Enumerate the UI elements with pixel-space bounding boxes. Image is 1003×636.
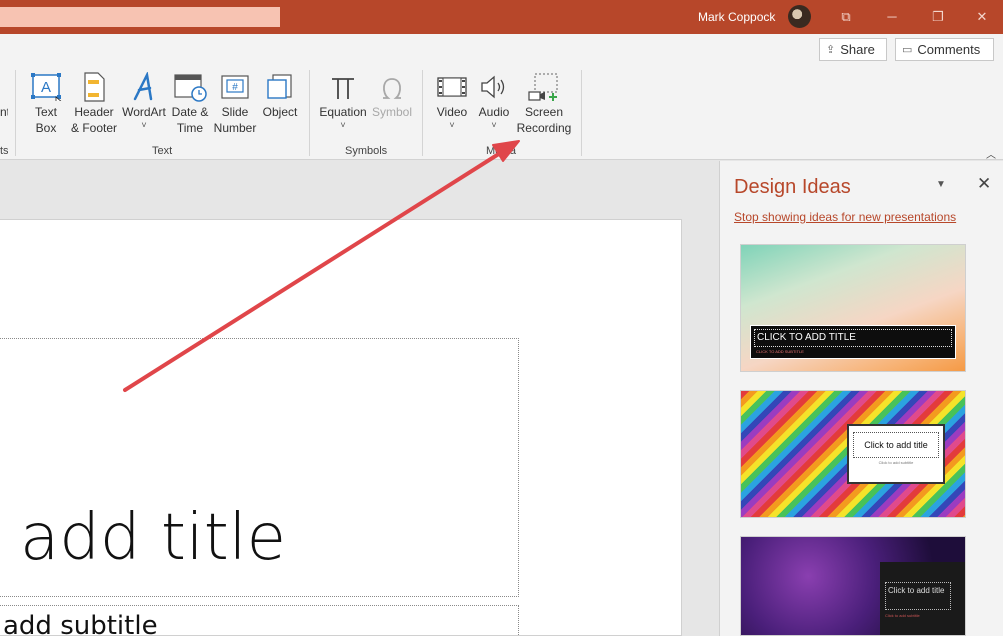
subtitle-placeholder-text: add subtitle (3, 611, 158, 636)
design-ideas-pane: Design Ideas ▼ ✕ Stop showing ideas for … (719, 161, 1003, 636)
header-footer-button[interactable]: Header & Footer (66, 70, 122, 136)
share-label: Share (840, 42, 875, 57)
text-box-button[interactable]: A Text Box (26, 70, 66, 136)
film-icon (430, 70, 474, 104)
share-icon: ⇪ (826, 44, 836, 56)
screen-recording-icon (514, 70, 574, 104)
date-time-icon (168, 70, 212, 104)
design-idea-thumbnail[interactable]: Click to add title Click to add subtitle (740, 390, 966, 518)
thumbnail-title-box: Click to add title Click to add subtitle (847, 424, 945, 484)
screen-recording-button[interactable]: Screen Recording (514, 70, 574, 136)
wordart-icon (120, 70, 168, 104)
design-idea-thumbnail[interactable]: CLICK TO ADD TITLE CLICK TO ADD SUBTITLE (740, 244, 966, 372)
text-box-icon: A (26, 70, 66, 104)
chevron-down-icon: ˅ (449, 120, 455, 130)
stop-showing-ideas-link[interactable]: Stop showing ideas for new presentations (734, 210, 956, 224)
title-bar: Mark Coppock ⧉ ─ ❐ ✕ (0, 0, 1003, 34)
search-box[interactable] (0, 7, 280, 27)
speaker-icon (474, 70, 514, 104)
date-time-button[interactable]: Date & Time (168, 70, 212, 136)
comments-label: Comments (917, 42, 981, 57)
thumbnail-title-box: CLICK TO ADD TITLE CLICK TO ADD SUBTITLE (750, 325, 956, 359)
symbol-button[interactable]: Symbol (370, 70, 414, 120)
group-separator (15, 70, 16, 156)
chevron-down-icon: ˅ (141, 120, 147, 130)
partial-group-label: ts (0, 145, 8, 157)
ribbon-display-options-icon[interactable]: ⧉ (836, 7, 856, 27)
video-button[interactable]: Video ˅ (430, 70, 474, 130)
symbols-group-label: Symbols (345, 145, 388, 157)
pi-icon (316, 70, 370, 104)
share-button[interactable]: ⇪ Share (819, 38, 887, 61)
object-button[interactable]: Object (258, 70, 302, 120)
pane-title: Design Ideas (734, 176, 851, 198)
close-icon[interactable]: ✕ (972, 7, 992, 27)
text-group-label: Text (152, 145, 173, 157)
restore-icon[interactable]: ❐ (928, 7, 948, 27)
group-separator (581, 70, 582, 156)
partial-ribbon-button[interactable]: nt (0, 70, 8, 120)
equation-button[interactable]: Equation ˅ (316, 70, 370, 130)
media-group-label: Media (486, 145, 516, 157)
group-separator (309, 70, 310, 156)
title-placeholder-text: add title (20, 501, 286, 575)
audio-button[interactable]: Audio ˅ (474, 70, 514, 130)
comments-button[interactable]: ▭ Comments (895, 38, 994, 61)
close-icon[interactable]: ✕ (977, 174, 991, 194)
omega-icon (370, 70, 414, 104)
slide-canvas[interactable]: add title add subtitle (0, 219, 682, 636)
user-name[interactable]: Mark Coppock (698, 10, 775, 24)
pane-options-icon[interactable]: ▼ (936, 179, 946, 190)
title-placeholder[interactable]: add title (0, 338, 519, 597)
collapse-ribbon-icon[interactable]: ︿ (986, 146, 996, 161)
thumbnail-title-box: Click to add title Click to add subtitle (880, 562, 965, 635)
slide-number-button[interactable]: # Slide Number (212, 70, 258, 136)
svg-text:#: # (232, 82, 238, 93)
chevron-down-icon: ˅ (491, 120, 497, 130)
header-footer-icon (66, 70, 122, 104)
minimize-icon[interactable]: ─ (882, 7, 902, 27)
wordart-button[interactable]: WordArt ˅ (120, 70, 168, 130)
object-icon (258, 70, 302, 104)
subtitle-placeholder[interactable]: add subtitle (0, 605, 519, 636)
slide-number-icon: # (212, 70, 258, 104)
group-separator (422, 70, 423, 156)
chevron-down-icon: ˅ (340, 120, 346, 130)
svg-text:A: A (41, 79, 51, 96)
avatar[interactable] (788, 5, 811, 28)
ribbon: ⇪ Share ▭ Comments nt ts A Text Box Head… (0, 34, 1003, 161)
design-idea-thumbnail[interactable]: Click to add title Click to add subtitle (740, 536, 966, 636)
comment-icon: ▭ (902, 44, 913, 56)
